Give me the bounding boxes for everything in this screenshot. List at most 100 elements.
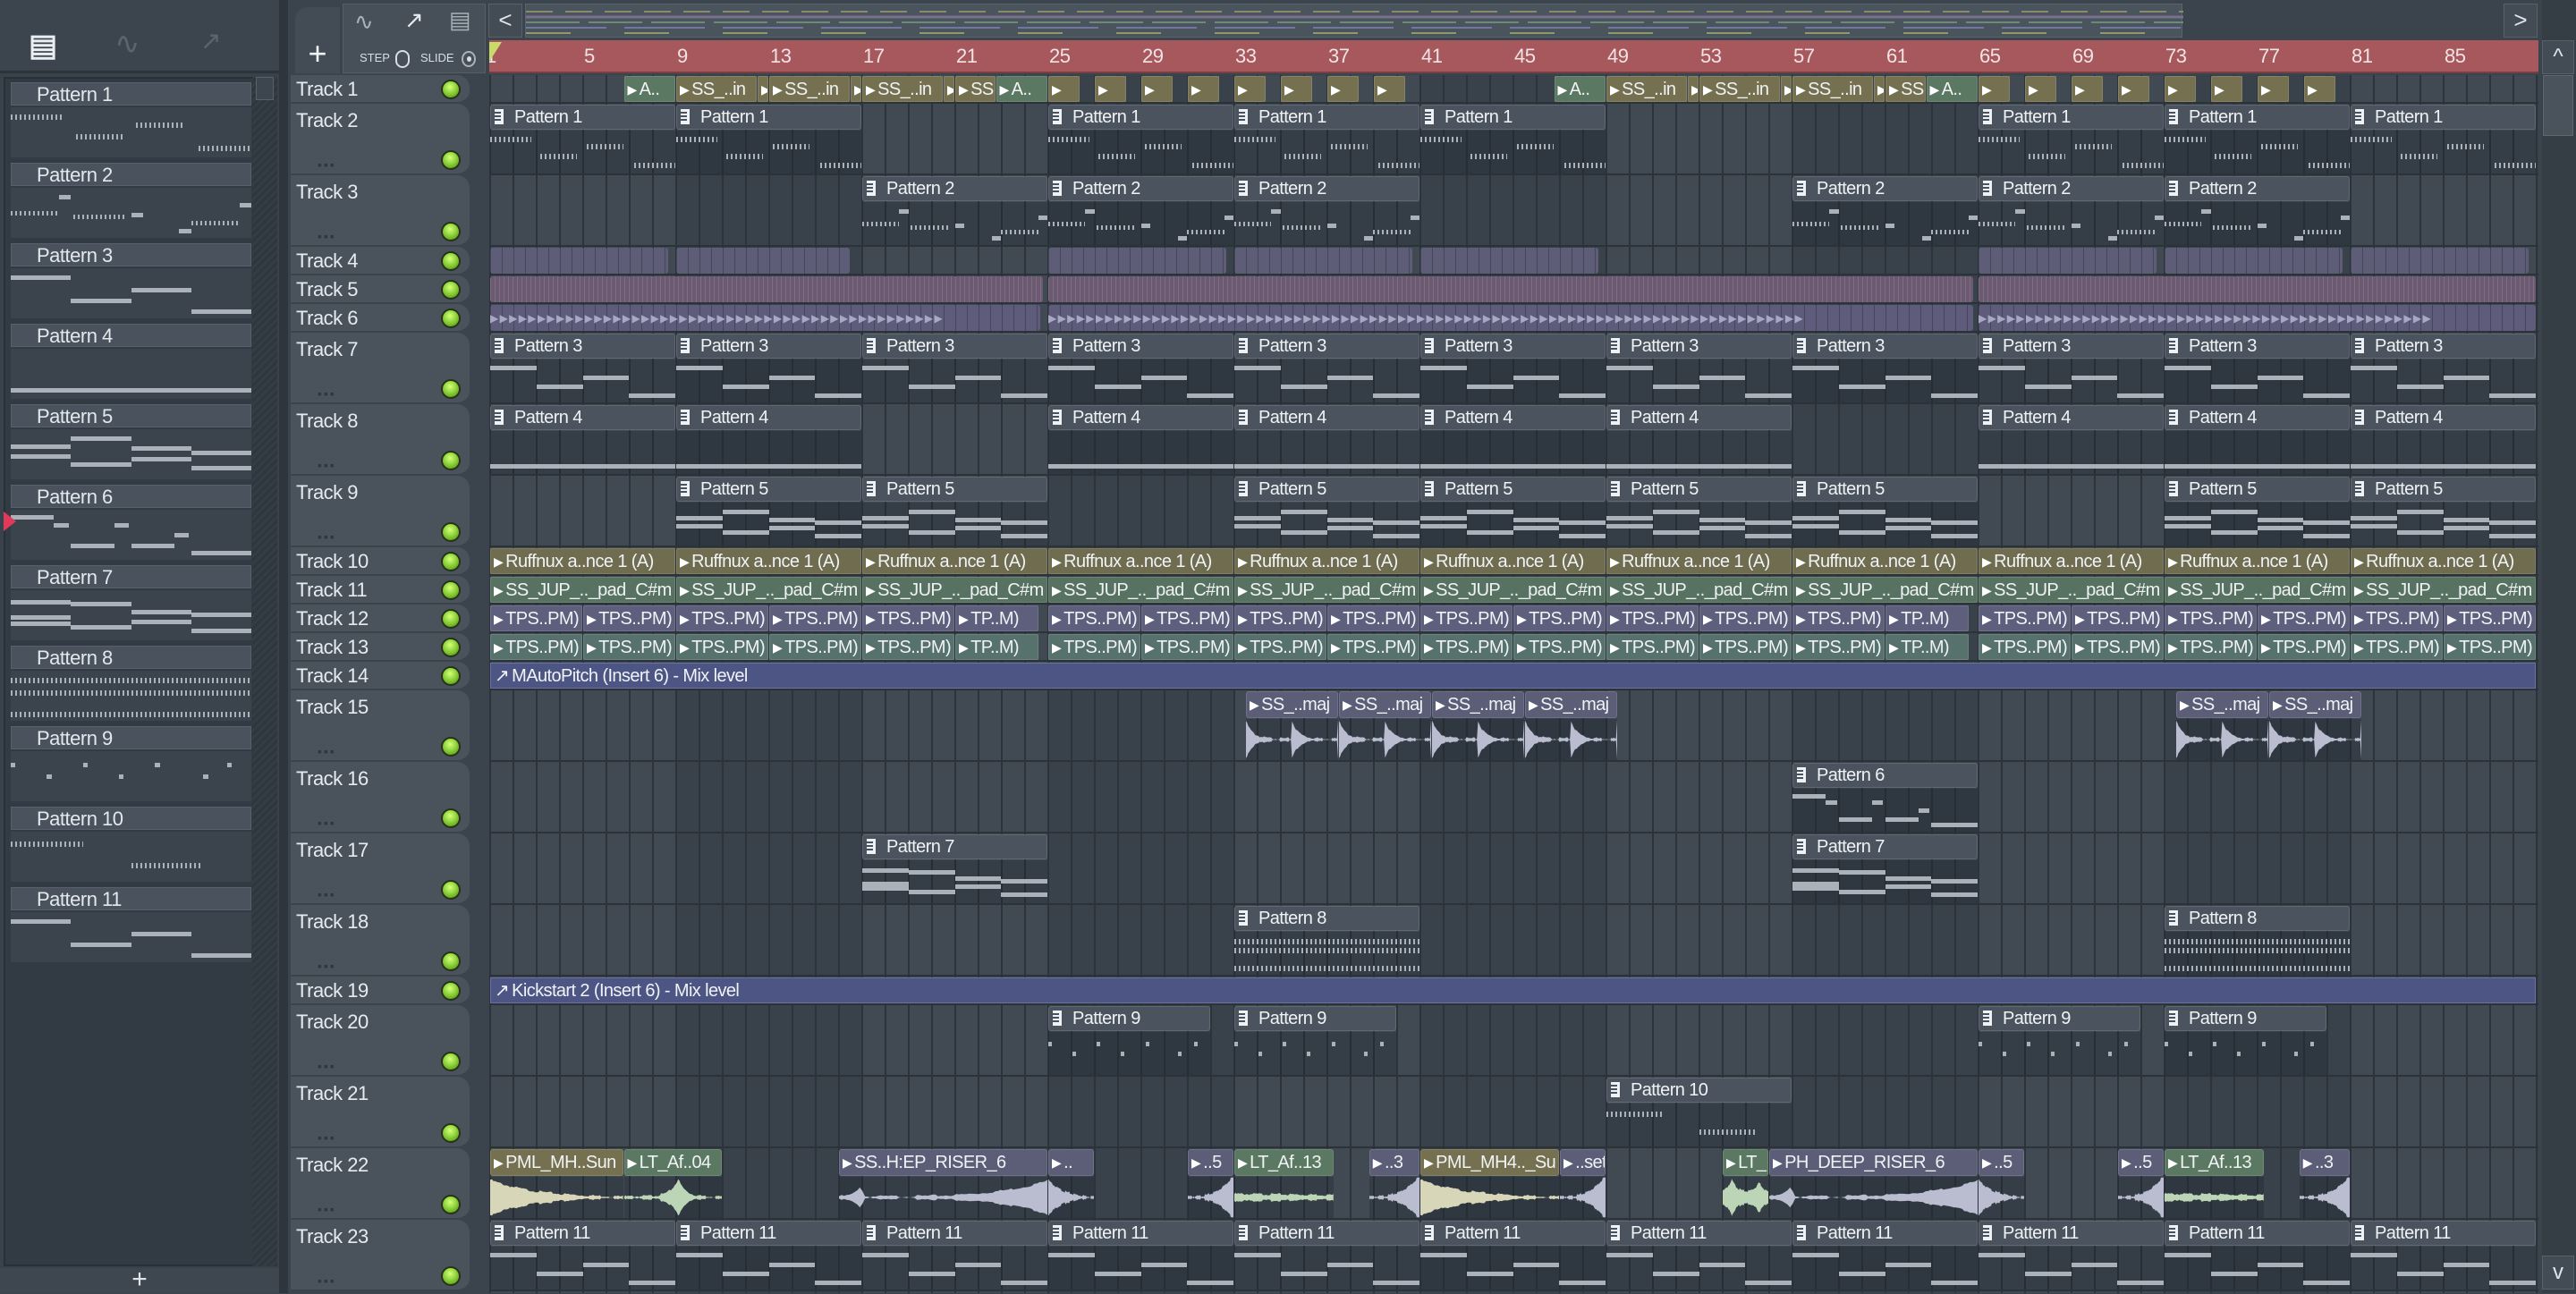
clip-header[interactable]: ▶ TP..M) [955, 634, 1038, 660]
clip-header[interactable]: ▶ TPS..PM) [2072, 634, 2164, 660]
clip-header[interactable]: ▶ TPS..PM) [2444, 634, 2536, 660]
audio-clip[interactable]: ▶ SS_JUP_.._pad_C#m [490, 577, 675, 603]
track-enable-led[interactable] [441, 552, 461, 571]
audio-clip[interactable]: ▶ SS_..maj [2269, 691, 2361, 760]
track-header[interactable]: Track 6 [291, 304, 470, 333]
audio-clip[interactable]: ▶ TP..M) [1885, 634, 1969, 660]
audio-clip[interactable]: ▶ SS_JUP_.._pad_C#m [862, 577, 1047, 603]
clip-header[interactable]: ▶ [2072, 76, 2104, 102]
pattern-list-scrollbar[interactable] [252, 77, 277, 1266]
pattern-clip[interactable]: Pattern 11 [862, 1221, 1047, 1290]
clip-header[interactable]: Pattern 3 [862, 334, 1047, 359]
clip-header[interactable]: ▶ TPS..PM) [1979, 634, 2071, 660]
clip-header[interactable]: ▶ TPS..PM) [1420, 605, 1513, 631]
clip-header[interactable]: Pattern 5 [676, 477, 861, 502]
audio-clip[interactable]: ▶ TPS..PM) [769, 634, 861, 660]
pattern-clip[interactable]: Pattern 1 [1048, 105, 1233, 173]
clip-header[interactable]: ▶ TPS..PM) [1513, 634, 1606, 660]
clip-header[interactable]: Pattern 1 [1979, 105, 2164, 130]
audio-clip[interactable]: ▶ TPS..PM) [583, 605, 675, 631]
audio-clip[interactable]: ▶ TPS..PM) [2351, 605, 2443, 631]
clip-header[interactable]: ▶ TPS..PM) [2165, 634, 2257, 660]
audio-clip[interactable]: ▶ TPS..PM) [1048, 605, 1140, 631]
clip-header[interactable]: ▶ [1048, 76, 1080, 102]
clip-header[interactable]: Pattern 4 [1606, 405, 1792, 430]
pattern-clip[interactable]: Pattern 11 [676, 1221, 861, 1290]
audio-clip[interactable]: ▶ SS..H:EP_RISER_6 [839, 1149, 1047, 1218]
clip-header[interactable]: ▶ PML_MH4.._Su [1420, 1149, 1559, 1176]
clip-header[interactable]: Pattern 10 [1606, 1078, 1792, 1103]
clip-header[interactable]: ▶ [1281, 76, 1313, 102]
clip-header[interactable]: ▶ TPS..PM) [1048, 634, 1140, 660]
audio-clip[interactable]: ▶ A.. [996, 76, 1047, 102]
clip-header[interactable]: ▶ LT_Af..13 [2165, 1149, 2264, 1176]
clip-header[interactable]: Pattern 9 [1234, 1006, 1396, 1031]
clip-header[interactable]: ▶ SS [955, 76, 996, 102]
track-name[interactable]: Track 4 [296, 249, 359, 273]
track-name[interactable]: Track 7 [296, 338, 359, 361]
audio-clip[interactable]: ▶ ..5 [1979, 1149, 2024, 1218]
track-header[interactable]: Track 4 [291, 247, 470, 275]
audio-clip[interactable]: ▶ SS_JUP_.._pad_C#m [2165, 577, 2350, 603]
audio-clip[interactable]: ▶ TP..M) [955, 605, 1038, 631]
audio-clip[interactable]: ▶ PML_MH..Sun [490, 1149, 623, 1218]
audio-clip[interactable]: ▶ SS_..in [769, 76, 850, 102]
clip-header[interactable]: ▶ [1188, 76, 1220, 102]
clip-header[interactable]: Pattern 3 [2351, 334, 2536, 359]
clip-header[interactable]: ▶ SS_JUP_.._pad_C#m [490, 577, 675, 603]
pattern-clip[interactable]: Pattern 5 [676, 477, 861, 546]
pattern-name[interactable]: Pattern 8 [11, 646, 251, 669]
track-enable-led[interactable] [441, 150, 461, 170]
clip-header[interactable]: ▶ TPS..PM) [1420, 634, 1513, 660]
vertical-scroll-thumb[interactable] [2543, 75, 2573, 136]
slide-toggle[interactable] [462, 51, 476, 67]
track-name[interactable]: Track 19 [296, 979, 369, 1002]
track-enable-led[interactable] [441, 309, 461, 328]
audio-clip[interactable]: ▶ SS [955, 76, 996, 102]
track-options-icon[interactable]: ▪▪▪ [318, 744, 336, 758]
pattern-clip[interactable]: Pattern 4 [1606, 405, 1792, 474]
audio-clip[interactable]: ▶ [1188, 76, 1220, 102]
audio-clip[interactable]: ▶ [2211, 76, 2243, 102]
clip-header[interactable]: ▶ TPS..PM) [769, 605, 861, 631]
track-header[interactable]: Track 3 ▪▪▪ [291, 175, 470, 247]
clip-header[interactable]: Pattern 11 [490, 1221, 675, 1246]
audio-clip[interactable]: ▶ TPS..PM) [862, 605, 954, 631]
pattern-clip[interactable]: Pattern 4 [1420, 405, 1606, 474]
audio-clip[interactable]: ▶ TPS..PM) [1979, 605, 2071, 631]
clip-header[interactable]: ▶ SS_..in [1606, 76, 1687, 102]
audio-clip[interactable]: ▶ SS_JUP_.._pad_C#m [676, 577, 861, 603]
clip-header[interactable]: ▶ TP..M) [1885, 634, 1969, 660]
clip-header[interactable]: ▶ TPS..PM) [1048, 605, 1140, 631]
pattern-clip[interactable]: Pattern 3 [2351, 334, 2536, 402]
track-enable-led[interactable] [441, 981, 461, 1001]
track-enable-led[interactable] [441, 666, 461, 686]
clip-header[interactable]: ▶ SS_..in [1699, 76, 1780, 102]
clip-header[interactable]: Pattern 5 [1234, 477, 1419, 502]
audio-clip[interactable]: ▶ TPS..PM) [2444, 634, 2536, 660]
pattern-list-item[interactable]: Pattern 7 [11, 565, 251, 640]
clip-header[interactable]: Pattern 11 [2165, 1221, 2350, 1246]
clip-header[interactable]: Pattern 5 [2351, 477, 2536, 502]
clip-header[interactable]: Pattern 1 [1420, 105, 1606, 130]
clip-header[interactable]: ▶ SS_..maj [1339, 691, 1431, 718]
clip-header[interactable]: ▶ LT_Af..04 [623, 1149, 722, 1176]
audio-clip[interactable]: ▶ TPS..PM) [676, 605, 768, 631]
clip-header[interactable]: ▶ SS_..maj [1525, 691, 1617, 718]
track-header[interactable]: Track 11 [291, 576, 470, 605]
clip-header[interactable]: Pattern 5 [862, 477, 1047, 502]
clip-header[interactable]: ▶ SS_JUP_.._pad_C#m [2351, 577, 2536, 603]
track-name[interactable]: Track 15 [296, 696, 369, 719]
audio-clip[interactable]: ▶ SS [1885, 76, 1926, 102]
track-name[interactable]: Track 22 [296, 1154, 369, 1177]
clip-header[interactable]: Pattern 5 [1420, 477, 1606, 502]
track-name[interactable]: Track 23 [296, 1225, 369, 1248]
clip-header[interactable]: Pattern 1 [2351, 105, 2536, 130]
audio-clip[interactable]: ▶ SS_..in [1792, 76, 1873, 102]
track-options-icon[interactable]: ▪▪▪ [318, 1202, 336, 1216]
clip-header[interactable]: Pattern 3 [1979, 334, 2164, 359]
texture-clip[interactable] [490, 248, 669, 274]
clip-header[interactable]: Pattern 4 [2351, 405, 2536, 430]
track-header[interactable]: Track 17 ▪▪▪ [291, 833, 470, 905]
timeline-ruler[interactable]: 1591317212529333741454953576165697377818… [489, 40, 2538, 73]
